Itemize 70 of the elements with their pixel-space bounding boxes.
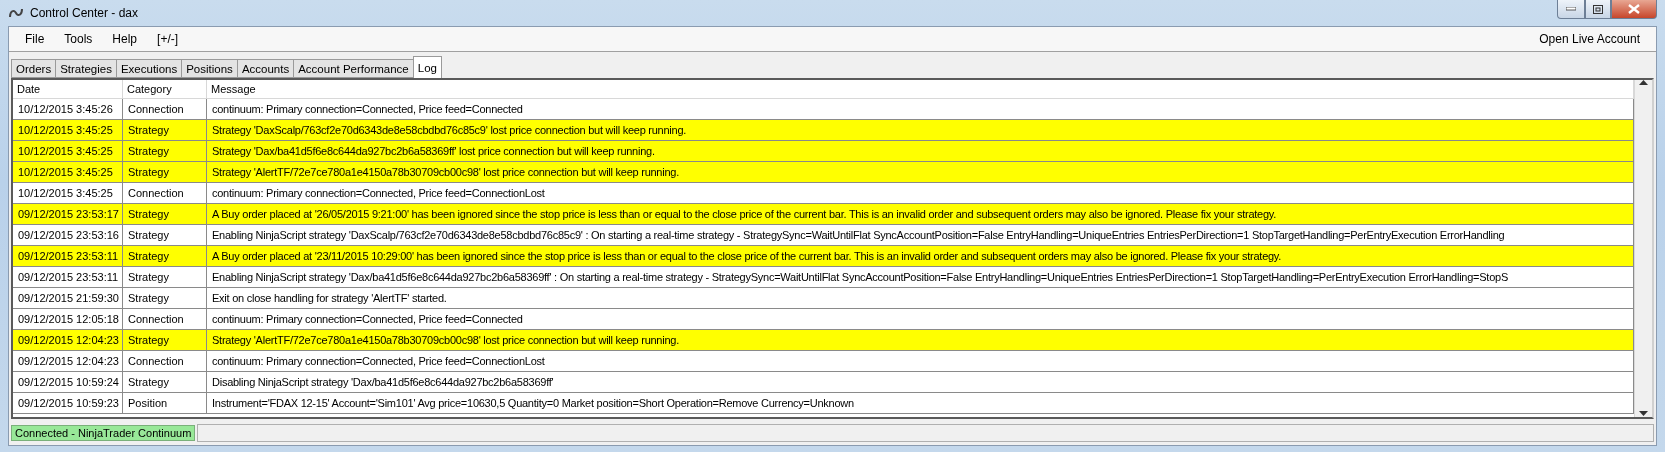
table-cell: 10/12/2015 3:45:25 [13, 141, 123, 161]
table-cell: 09/12/2015 23:53:11 [13, 246, 123, 266]
close-button[interactable] [1611, 0, 1657, 19]
log-row[interactable]: 09/12/2015 12:04:23 Strategy Strategy 'AlertTF/72e7ce780a1e4150a78b30709cb00c98' lost price connection but will keep running. [13, 330, 1634, 351]
tab[interactable]: Log [412, 56, 442, 78]
table-cell: 09/12/2015 12:05:18 [13, 309, 123, 329]
log-row[interactable] [13, 204, 1634, 225]
table-cell: Position [123, 393, 207, 413]
table-cell: Connection [123, 99, 207, 119]
maximize-button[interactable] [1585, 0, 1611, 19]
scroll-down-icon[interactable] [1639, 411, 1648, 417]
table-cell: 09/12/2015 23:53:16 [13, 225, 123, 245]
table-cell: 10/12/2015 3:45:26 [13, 99, 123, 119]
log-row[interactable]: 10/12/2015 3:45:25 Strategy Strategy 'Dax/ba41d5f6e8c644da927bc2b6a58369ff' lost price connection but will keep running. [13, 141, 1634, 162]
tab[interactable]: Account Performance [293, 59, 414, 78]
table-cell: 09/12/2015 12:04:23 [13, 351, 123, 371]
tab[interactable]: Positions [181, 59, 238, 78]
connection-status: Connected - NinjaTrader Continuum [11, 425, 196, 441]
table-cell: 09/12/2015 10:59:23 [13, 393, 123, 413]
scroll-up-icon[interactable] [1639, 80, 1648, 86]
table-cell: 10/12/2015 3:45:25 [13, 120, 123, 140]
table-cell: Strategy [123, 288, 207, 308]
menu-item[interactable]: Tools [54, 32, 103, 46]
column-header[interactable]: Category [123, 80, 207, 98]
table-cell: 10/12/2015 3:45:25 [13, 162, 123, 182]
log-row[interactable] [13, 267, 1634, 288]
close-icon [1628, 4, 1640, 14]
table-cell: Strategy [123, 204, 207, 224]
menu-item[interactable]: File [15, 32, 55, 46]
minimize-button[interactable] [1557, 0, 1585, 19]
tab[interactable]: Executions [115, 59, 183, 78]
log-row[interactable]: 09/12/2015 10:59:23 Position Instrument='FDAX 12-15' Account='Sim101' Avg price=10630,5 Quantity=0 Market position=Short Operation=Remove Currency=Unknown [13, 393, 1634, 414]
table-cell: 10/12/2015 3:45:25 [13, 183, 123, 203]
log-row[interactable]: 10/12/2015 3:45:25 Strategy Strategy 'DaxScalp/763cf2e70d6343de8e58cbdbd76c85c9' lost price connection but will keep running. [13, 120, 1634, 141]
table-cell: Strategy [123, 330, 207, 350]
column-header[interactable]: Date [13, 80, 123, 98]
table-cell: Strategy [123, 372, 207, 392]
tab[interactable]: Accounts [236, 59, 295, 78]
window-title: Control Center - dax [30, 6, 139, 20]
table-cell: Connection [123, 351, 207, 371]
table-cell: Connection [123, 183, 207, 203]
log-row[interactable]: 09/12/2015 10:59:24 Strategy Disabling NinjaScript strategy 'Dax/ba41d5f6e8c644da927bc2b6a58369ff' [13, 372, 1634, 393]
tab[interactable]: Orders [11, 59, 57, 78]
table-cell: Connection [123, 309, 207, 329]
table-cell: Strategy [123, 162, 207, 182]
log-row[interactable]: 09/12/2015 12:05:18 Connection continuum: Primary connection=Connected, Price feed=Connected [13, 309, 1634, 330]
table-cell: 09/12/2015 23:53:17 [13, 204, 123, 224]
table-cell: Strategy [123, 225, 207, 245]
minimize-icon [1566, 7, 1576, 11]
table-cell: Strategy [123, 141, 207, 161]
menu-item[interactable]: Help [102, 32, 148, 46]
open-live-account-link[interactable]: Open Live Account [1529, 32, 1650, 46]
log-row[interactable]: 10/12/2015 3:45:25 Connection continuum: Primary connection=Connected, Price feed=ConnectionLost [13, 183, 1634, 204]
table-cell: Strategy [123, 246, 207, 266]
log-row[interactable] [13, 225, 1634, 246]
table-cell: 09/12/2015 10:59:24 [13, 372, 123, 392]
log-row[interactable] [13, 246, 1634, 267]
table-cell: 09/12/2015 23:53:11 [13, 267, 123, 287]
log-row[interactable]: 10/12/2015 3:45:26 Connection continuum: Primary connection=Connected, Price feed=Connected [13, 99, 1634, 120]
table-cell: 09/12/2015 21:59:30 [13, 288, 123, 308]
log-row[interactable]: 09/12/2015 21:59:30 Strategy Exit on close handling for strategy 'AlertTF' started. [13, 288, 1634, 309]
log-row[interactable]: 10/12/2015 3:45:25 Strategy Strategy 'AlertTF/72e7ce780a1e4150a78b30709cb00c98' lost price connection but will keep running. [13, 162, 1634, 183]
table-cell: 09/12/2015 12:04:23 [13, 330, 123, 350]
tab[interactable]: Strategies [55, 59, 117, 78]
app-logo-icon [8, 7, 24, 19]
log-row[interactable]: 09/12/2015 12:04:23 Connection continuum: Primary connection=Connected, Price feed=ConnectionLost [13, 351, 1634, 372]
maximize-icon [1593, 4, 1603, 14]
table-cell: Strategy [123, 120, 207, 140]
menu-item[interactable]: [+/-] [147, 32, 189, 46]
table-cell: Strategy [123, 267, 207, 287]
